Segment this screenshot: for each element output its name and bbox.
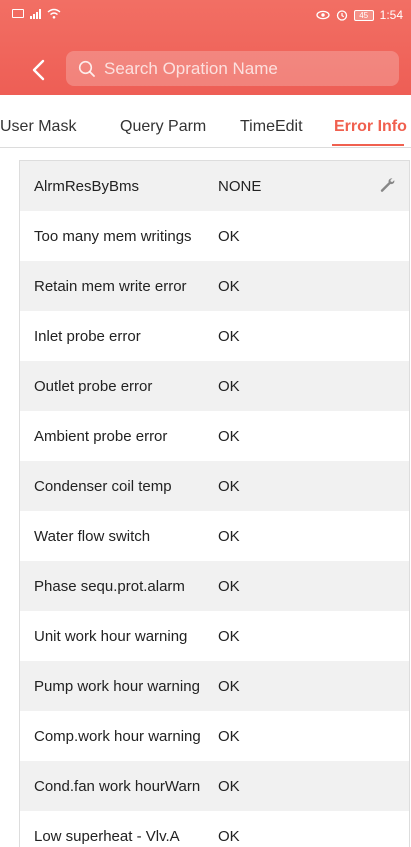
row-value: OK	[218, 677, 240, 695]
tab-bar: User Mask Query Parm TimeEdit Error Info	[0, 110, 411, 148]
row-value: OK	[218, 727, 240, 745]
status-right: 45 1:54	[315, 8, 403, 22]
tab-user-mask[interactable]: User Mask	[0, 118, 76, 136]
row-name: Cond.fan work hourWarn	[34, 777, 201, 795]
tab-timeedit[interactable]: TimeEdit	[240, 118, 303, 136]
row-name: Comp.work hour warning	[34, 727, 201, 745]
row-value: OK	[218, 377, 240, 395]
row-name: Water flow switch	[34, 527, 151, 545]
table-row[interactable]: Unit work hour warning OK	[20, 611, 409, 661]
table-row[interactable]: Retain mem write error OK	[20, 261, 409, 311]
search-icon	[78, 60, 95, 77]
status-time: 1:54	[379, 8, 403, 22]
table-row[interactable]: Pump work hour warning OK	[20, 661, 409, 711]
table-row[interactable]: Comp.work hour warning OK	[20, 711, 409, 761]
row-value: OK	[218, 627, 240, 645]
row-value: OK	[218, 327, 240, 345]
row-name: Unit work hour warning	[34, 627, 188, 645]
app-header: 45 1:54	[0, 0, 411, 95]
status-left	[12, 8, 61, 19]
row-name: Inlet probe error	[34, 327, 141, 345]
search-bar[interactable]	[66, 51, 399, 86]
battery-icon: 45	[353, 9, 374, 21]
row-value: OK	[218, 577, 240, 595]
row-name: Pump work hour warning	[34, 677, 200, 695]
row-name: Ambient probe error	[34, 427, 168, 445]
search-input[interactable]	[104, 58, 394, 79]
row-name: Outlet probe error	[34, 377, 153, 395]
wrench-icon[interactable]	[379, 177, 395, 193]
cell-signal-icon	[30, 8, 41, 19]
table-row[interactable]: Phase sequ.prot.alarm OK	[20, 561, 409, 611]
table-row[interactable]: Cond.fan work hourWarn OK	[20, 761, 409, 811]
eye-comfort-icon	[315, 10, 330, 20]
table-row[interactable]: AlrmResByBms NONE	[20, 161, 409, 211]
row-name: Low superheat - Vlv.A	[34, 827, 180, 845]
row-name: AlrmResByBms	[34, 177, 140, 195]
alarm-clock-icon	[336, 9, 348, 21]
row-name: Phase sequ.prot.alarm	[34, 577, 185, 595]
error-info-table: AlrmResByBms NONE Too many mem writings …	[19, 160, 410, 847]
wifi-icon	[47, 8, 61, 19]
row-value: OK	[218, 777, 240, 795]
status-bar: 45 1:54	[0, 0, 411, 30]
row-value: OK	[218, 527, 240, 545]
row-value: NONE	[218, 177, 262, 195]
row-value: OK	[218, 277, 240, 295]
table-row[interactable]: Condenser coil temp OK	[20, 461, 409, 511]
table-row[interactable]: Inlet probe error OK	[20, 311, 409, 361]
chevron-left-icon	[32, 59, 45, 81]
sim-card-icon	[12, 9, 24, 18]
tab-error-info[interactable]: Error Info	[334, 118, 407, 136]
row-value: OK	[218, 427, 240, 445]
table-row[interactable]: Ambient probe error OK	[20, 411, 409, 461]
table-row[interactable]: Water flow switch OK	[20, 511, 409, 561]
table-row[interactable]: Outlet probe error OK	[20, 361, 409, 411]
active-tab-indicator	[332, 144, 404, 146]
row-value: OK	[218, 477, 240, 495]
row-name: Too many mem writings	[34, 227, 192, 245]
table-row[interactable]: Too many mem writings OK	[20, 211, 409, 261]
tab-query-parm[interactable]: Query Parm	[120, 118, 206, 136]
row-name: Retain mem write error	[34, 277, 187, 295]
row-name: Condenser coil temp	[34, 477, 172, 495]
row-value: OK	[218, 227, 240, 245]
row-value: OK	[218, 827, 240, 845]
back-button[interactable]	[24, 56, 52, 84]
table-row[interactable]: Low superheat - Vlv.A OK	[20, 811, 409, 847]
